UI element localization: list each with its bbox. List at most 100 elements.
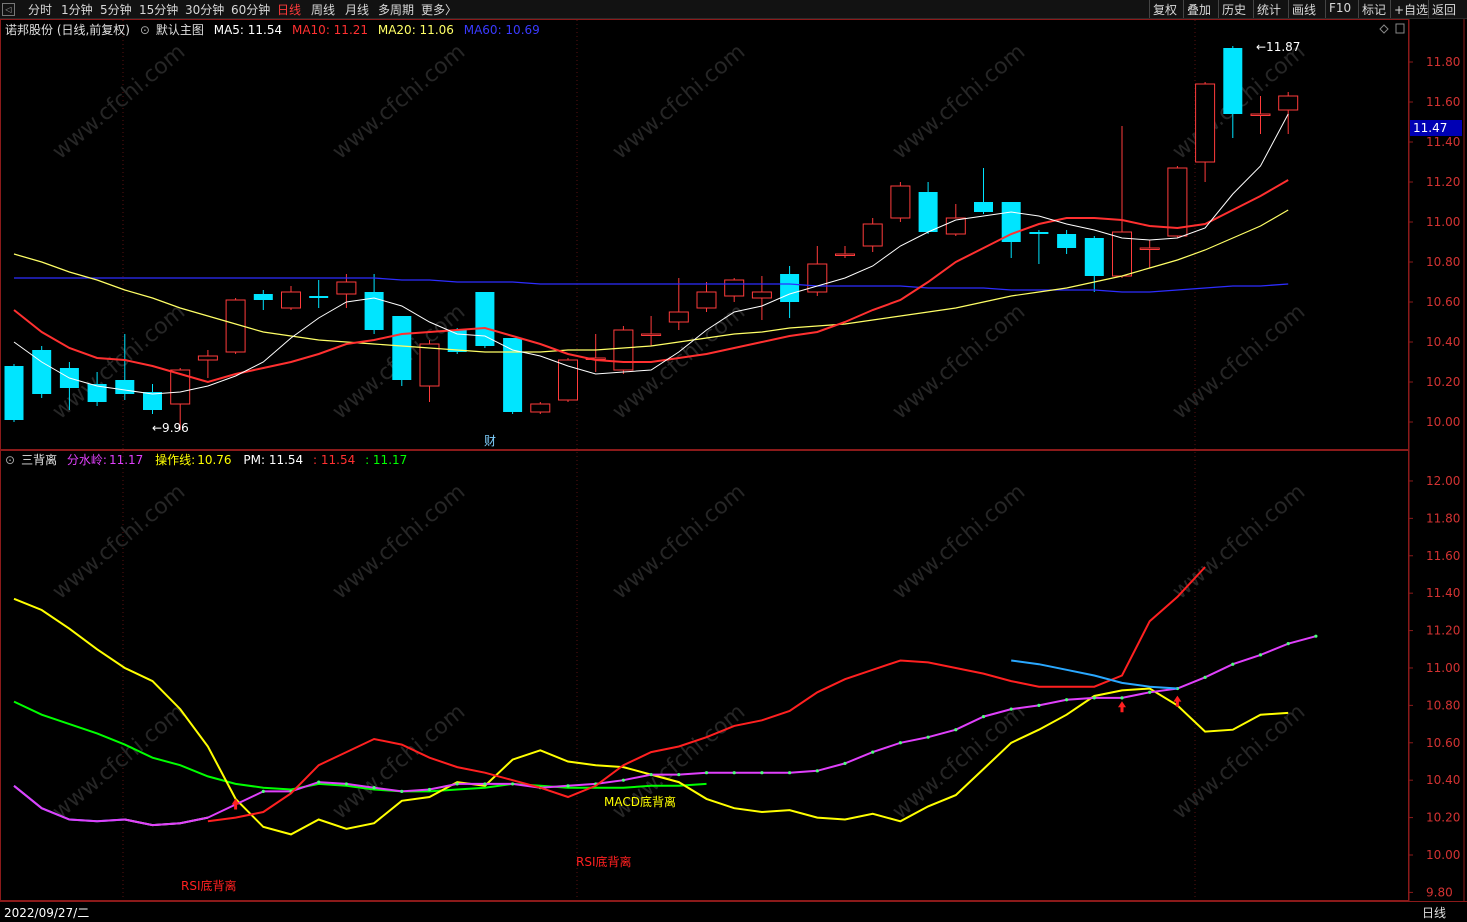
collapse-icon[interactable]: ◁: [2, 3, 15, 16]
tab-period-2[interactable]: 5分钟: [100, 1, 132, 18]
fsl-dot: [788, 771, 792, 775]
toolbar-button-5[interactable]: F10: [1329, 1, 1351, 15]
high-price-label: ←11.87: [1256, 40, 1300, 54]
candle-body-down[interactable]: [143, 392, 162, 410]
settings-icon[interactable]: ⊙: [5, 453, 15, 467]
main-tick-label: 11.60: [1426, 95, 1460, 109]
toolbar-button-7[interactable]: +自选: [1394, 1, 1428, 18]
candle-body-up[interactable]: [641, 333, 662, 336]
watermark-text: www.cfchi.com: [328, 39, 470, 164]
date-label: 2022/09/27/二: [4, 906, 90, 920]
main-tick-label: 10.60: [1426, 295, 1460, 309]
fsl-dot: [400, 789, 404, 794]
candle-body-up[interactable]: [696, 291, 717, 309]
candle-body-down[interactable]: [1001, 202, 1021, 242]
toolbar-button-3[interactable]: 统计: [1257, 1, 1281, 18]
tab-period-6[interactable]: 日线: [277, 1, 301, 18]
toolbar-separator: [1288, 0, 1289, 18]
event-marker[interactable]: 财: [484, 434, 496, 448]
toolbar-button-8[interactable]: 返回: [1432, 1, 1456, 18]
fsl-dot: [317, 780, 321, 784]
tab-period-0[interactable]: 分时: [28, 1, 52, 18]
period-toolbar: ◁ 分时 1分钟 5分钟 15分钟 30分钟 60分钟 日线 周线 月线 多周期 更多〉 复权 叠加历…: [0, 0, 1467, 19]
sub-tick-label: 11.40: [1426, 586, 1460, 600]
tab-period-1[interactable]: 1分钟: [61, 1, 93, 18]
watermark-text: www.cfchi.com: [888, 479, 1030, 604]
toolbar-button-6[interactable]: 标记: [1362, 1, 1386, 18]
settings-icon[interactable]: ⊙: [140, 23, 150, 37]
candle-body-down[interactable]: [1029, 232, 1049, 234]
tab-period-8[interactable]: 月线: [345, 1, 369, 18]
candle-body-up[interactable]: [336, 281, 357, 295]
candle-body-down[interactable]: [1084, 238, 1104, 276]
candle-body-up[interactable]: [668, 311, 689, 323]
toolbar-button-2[interactable]: 历史: [1222, 1, 1246, 18]
watermark-text: www.cfchi.com: [48, 39, 190, 164]
sub-tick-label: 10.60: [1426, 736, 1460, 750]
candle-body-up[interactable]: [281, 291, 301, 309]
candle-body-down[interactable]: [115, 380, 135, 394]
main-chart-legend: 诺邦股份 (日线,前复权) ⊙ 默认主图 MA5: 11.54 MA10: 11.…: [5, 21, 546, 38]
candle-body-up[interactable]: [835, 253, 855, 256]
candle-body-up[interactable]: [1195, 83, 1216, 163]
stock-name[interactable]: 诺邦股份 (日线,前复权): [5, 23, 130, 37]
indicator-name[interactable]: 三背离: [21, 453, 57, 467]
candle-body-up[interactable]: [1139, 247, 1160, 250]
candle-body-down[interactable]: [309, 296, 329, 298]
fsl-dot: [427, 787, 432, 792]
main-tick-label: 11.00: [1426, 215, 1460, 229]
candle-body-down[interactable]: [4, 366, 24, 420]
fsl-dot: [954, 728, 958, 732]
tab-period-9[interactable]: 多周期: [378, 1, 414, 18]
toolbar-button-4[interactable]: 画线: [1292, 1, 1316, 18]
tab-period-7[interactable]: 周线: [311, 1, 335, 18]
fsl-dot: [1258, 653, 1263, 657]
candle-body-down[interactable]: [1057, 234, 1077, 248]
green-line-value: : 11.17: [365, 453, 408, 467]
candle-body-up[interactable]: [1167, 167, 1188, 237]
candle-body-up[interactable]: [751, 291, 772, 299]
candle-body-down[interactable]: [475, 292, 495, 346]
sub-chart-legend: ⊙ 三背离 分水岭: 11.17 操作线: 10.76 PM: 11.54 : 11.…: [5, 451, 413, 468]
panel-toggle-icon[interactable]: [1395, 23, 1405, 34]
main-tick-label: 11.20: [1426, 175, 1460, 189]
tab-period-5[interactable]: 60分钟: [231, 1, 270, 18]
fsl-dot: [732, 771, 736, 775]
tab-period-10[interactable]: 更多〉: [421, 1, 457, 18]
main-tick-label: 11.40: [1426, 135, 1460, 149]
candle-body-up[interactable]: [890, 185, 911, 219]
tab-period-4[interactable]: 30分钟: [185, 1, 224, 18]
template-name[interactable]: 默认主图: [156, 23, 204, 37]
watermark-text: www.cfchi.com: [1168, 699, 1310, 824]
toolbar-separator: [1390, 0, 1391, 18]
candle-body-down[interactable]: [447, 330, 467, 352]
candle-body-down[interactable]: [780, 274, 800, 302]
candle-body-down[interactable]: [1223, 48, 1243, 114]
toolbar-button-0[interactable]: 复权: [1153, 1, 1177, 18]
candle-body-down[interactable]: [253, 294, 273, 300]
candle-body-down[interactable]: [974, 202, 993, 212]
candle-body-up[interactable]: [1250, 113, 1271, 116]
candle-body-up[interactable]: [530, 403, 551, 413]
candle-body-up[interactable]: [197, 355, 218, 361]
sub-tick-label: 12.00: [1426, 474, 1460, 488]
toolbar-separator: [1358, 0, 1359, 18]
candle-body-up[interactable]: [613, 329, 634, 371]
period-label[interactable]: 日线: [1422, 904, 1446, 921]
candle-body-down[interactable]: [918, 192, 938, 232]
candle-body-down[interactable]: [392, 316, 412, 380]
tab-period-3[interactable]: 15分钟: [139, 1, 178, 18]
time-axis-bar: 2022/09/27/二 日线: [0, 901, 1467, 922]
fsl-label: 分水岭:: [66, 453, 107, 467]
candle-body-up[interactable]: [1278, 95, 1299, 111]
diamond-icon[interactable]: [1379, 24, 1389, 34]
toolbar-button-1[interactable]: 叠加: [1187, 1, 1211, 18]
candle-body-down[interactable]: [503, 338, 523, 412]
fsl-dot: [566, 784, 570, 788]
candle-body-up[interactable]: [724, 279, 745, 297]
fsl-dot: [1009, 707, 1013, 711]
watermark-text: www.cfchi.com: [328, 479, 470, 604]
toolbar-separator: [1253, 0, 1254, 18]
candle-body-up[interactable]: [862, 223, 883, 247]
candle-body-up[interactable]: [419, 343, 440, 387]
